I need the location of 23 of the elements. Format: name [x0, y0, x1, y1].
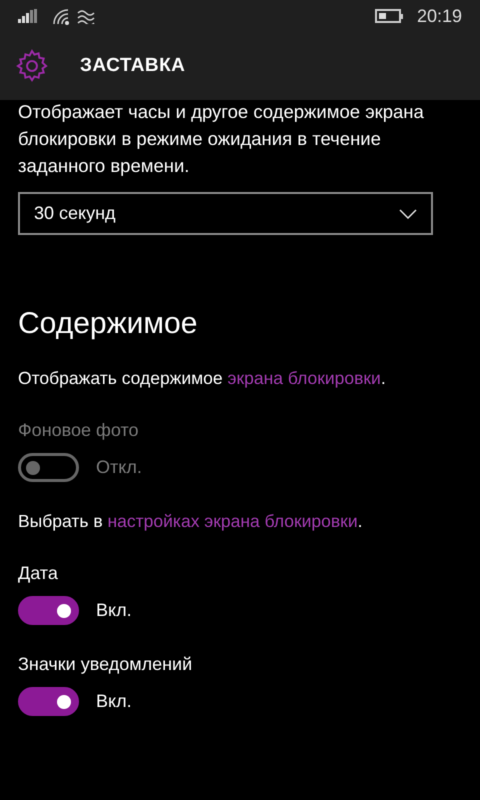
wifi-icon — [52, 8, 70, 24]
settings-link[interactable]: настройках экрана блокировки — [108, 511, 358, 531]
battery-icon — [374, 9, 403, 23]
section-heading: Содержимое — [18, 306, 198, 342]
info-text: Отображать содержимое экрана блокировки. — [18, 367, 387, 390]
settings-link[interactable]: экрана блокировки — [228, 368, 381, 388]
setting-label: Дата — [18, 562, 58, 585]
info-text: Выбрать в настройках экрана блокировки. — [18, 510, 364, 533]
description-text: Отображает часы и другое содержимое экрана блокировки в режиме ожидания в течение заданного времени. — [18, 100, 425, 178]
setting-label: Значки уведомлений — [18, 653, 192, 676]
setting-label: Фоновое фото — [18, 419, 139, 442]
toggle-state: Откл. — [96, 456, 142, 479]
toggle-switch[interactable] — [18, 687, 79, 716]
signal-icon — [18, 9, 38, 23]
chevron-down-icon — [399, 208, 417, 218]
settings-icon — [14, 48, 50, 84]
toggle-switch[interactable] — [18, 596, 79, 625]
page-title: ЗАСТАВКА — [80, 54, 186, 78]
clock: 20:19 — [416, 4, 462, 28]
toggle-state: Вкл. — [96, 599, 132, 622]
wave-icon — [76, 8, 96, 24]
timeout-dropdown[interactable]: 30 секунд — [18, 192, 433, 235]
toggle-state: Вкл. — [96, 690, 132, 713]
